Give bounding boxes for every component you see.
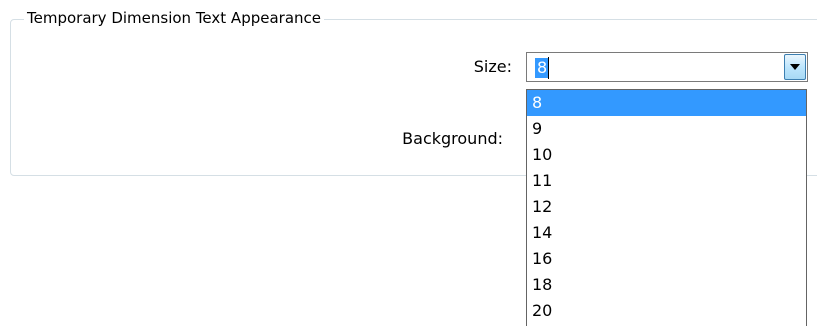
size-option-16[interactable]: 16 xyxy=(527,246,806,272)
size-option-20[interactable]: 20 xyxy=(527,298,806,324)
size-option-18[interactable]: 18 xyxy=(527,272,806,298)
dialog-panel: Temporary Dimension Text Appearance Size… xyxy=(0,0,817,326)
chevron-down-icon xyxy=(790,64,800,70)
text-caret xyxy=(548,57,549,79)
size-option-14[interactable]: 14 xyxy=(527,220,806,246)
group-title: Temporary Dimension Text Appearance xyxy=(24,8,324,28)
size-dropdown-button[interactable] xyxy=(784,54,806,80)
size-combobox[interactable]: 8 xyxy=(526,52,808,82)
size-option-12[interactable]: 12 xyxy=(527,194,806,220)
size-option-8[interactable]: 8 xyxy=(527,90,806,116)
size-option-10[interactable]: 10 xyxy=(527,142,806,168)
size-option-9[interactable]: 9 xyxy=(527,116,806,142)
size-option-11[interactable]: 11 xyxy=(527,168,806,194)
size-label: Size: xyxy=(473,57,512,76)
background-label: Background: xyxy=(402,129,503,148)
size-dropdown-list[interactable]: 8 9 10 11 12 14 16 18 20 xyxy=(526,89,807,326)
